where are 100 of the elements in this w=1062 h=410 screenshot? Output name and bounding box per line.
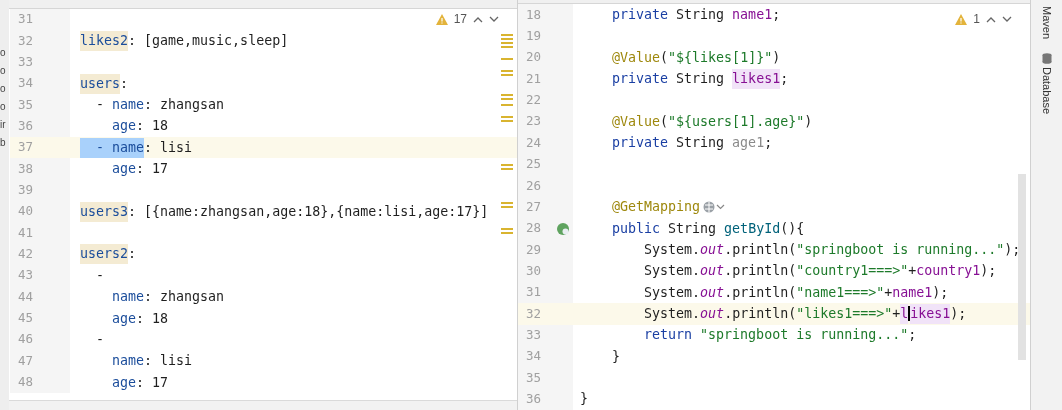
- code-token: .println(: [724, 240, 797, 259]
- warning-count: 1: [973, 11, 980, 28]
- code-token: out: [700, 305, 725, 323]
- code-token: : [game,music,sleep]: [128, 32, 289, 51]
- line-number: 29: [526, 240, 543, 259]
- code-token: out: [700, 262, 725, 281]
- code-token: (: [660, 48, 669, 67]
- down-chevron-icon[interactable]: [489, 15, 499, 23]
- code-token: "springboot is running...": [796, 240, 1005, 259]
- scrollbar-thumb[interactable]: [1018, 174, 1026, 360]
- code-token: users2: [80, 244, 129, 265]
- code-token: : 18: [136, 117, 169, 136]
- code-token: likes1: [732, 69, 781, 90]
- code-token: name1: [732, 6, 773, 25]
- code-token: : lisi: [144, 352, 193, 371]
- code-token: age: [111, 160, 137, 179]
- code-token: System.: [643, 305, 701, 323]
- code-token: );: [1004, 240, 1021, 259]
- line-number: 20: [526, 48, 543, 67]
- code-token: : lisi: [144, 138, 193, 157]
- line-number: 35: [18, 95, 35, 114]
- warning-icon[interactable]: [435, 13, 448, 25]
- code-token: .println(: [724, 262, 797, 281]
- globe-icon[interactable]: [702, 200, 727, 215]
- code-token: );: [932, 283, 949, 302]
- line-number: 25: [526, 155, 543, 174]
- code-token: age1: [732, 134, 765, 153]
- line-number: 47: [18, 351, 35, 370]
- code-token: +: [892, 305, 901, 323]
- code-token: @Value: [611, 112, 661, 131]
- project-tree-text: o: [0, 64, 7, 77]
- code-token: : 17: [136, 373, 169, 392]
- line-number: 26: [526, 176, 543, 195]
- code-token: "${users[1].age}": [668, 112, 805, 131]
- code-token: likes2: [80, 31, 129, 51]
- code-token: "springboot is running...": [699, 326, 909, 345]
- code-token: "country1===>": [796, 262, 909, 281]
- warning-count: 17: [453, 11, 467, 28]
- code-token: age: [111, 309, 137, 328]
- tool-window-tab[interactable]: Database: [1038, 67, 1055, 115]
- line-number: 34: [526, 347, 543, 366]
- code-token: +: [884, 283, 893, 302]
- code-token: out: [700, 240, 725, 259]
- code-token: ;: [772, 6, 781, 25]
- line-number: 30: [526, 261, 543, 280]
- line-number: 28: [526, 219, 543, 238]
- line-number: 36: [18, 117, 35, 135]
- line-number: 35: [526, 368, 543, 387]
- code-token: private: [611, 70, 669, 89]
- code-token: ): [804, 112, 813, 131]
- code-token: System.: [643, 283, 701, 302]
- code-token: }: [580, 390, 588, 409]
- line-number: 44: [18, 287, 35, 306]
- project-tree-text: o: [0, 82, 7, 95]
- line-number: 19: [526, 27, 543, 46]
- line-number: 39: [18, 181, 35, 200]
- line-number: 40: [18, 202, 35, 221]
- code-token: String: [667, 219, 718, 238]
- code-token: -: [95, 96, 106, 115]
- line-number: 43: [18, 266, 35, 285]
- code-token: "${likes[1]}": [668, 48, 773, 67]
- line-number: 46: [18, 330, 35, 349]
- code-token: .println(: [724, 305, 797, 323]
- code-token: "name1===>": [796, 283, 885, 302]
- warning-icon[interactable]: [955, 13, 968, 25]
- up-chevron-icon[interactable]: [986, 15, 996, 23]
- code-token: name: [111, 288, 145, 307]
- code-token: "likes1===>": [796, 305, 893, 323]
- code-token: String: [675, 70, 726, 89]
- line-number: 41: [18, 223, 35, 242]
- up-chevron-icon[interactable]: [473, 15, 483, 23]
- code-token: String: [675, 6, 726, 25]
- code-token: return: [643, 326, 693, 345]
- code-token: users: [80, 73, 121, 94]
- code-token: name1: [892, 283, 933, 302]
- project-tree-text: ir: [0, 118, 7, 131]
- code-token: out: [700, 283, 725, 302]
- run-icon[interactable]: [556, 221, 570, 236]
- project-tree-text: b: [0, 136, 7, 149]
- code-token: age: [111, 117, 137, 136]
- code-token: private: [611, 6, 669, 25]
- code-token: : [{name:zhangsan,age:18},{name:lisi,age:17}]: [128, 202, 489, 221]
- down-chevron-icon[interactable]: [1002, 15, 1012, 23]
- database-icon: [1041, 53, 1052, 65]
- code-token: (){: [780, 219, 805, 238]
- code-token: @GetMapping: [611, 198, 701, 217]
- code-token: @Value: [611, 48, 661, 67]
- line-number: 24: [526, 133, 543, 152]
- code-token: .println(: [724, 283, 797, 302]
- project-tree-text: o: [0, 46, 7, 59]
- tool-window-tab[interactable]: Maven: [1038, 6, 1055, 40]
- line-number: 33: [526, 325, 543, 344]
- code-token: name: [111, 352, 145, 371]
- line-number: 36: [526, 389, 543, 408]
- line-number: 31: [526, 283, 543, 302]
- code-token: -: [95, 266, 105, 285]
- line-number: 32: [18, 31, 35, 50]
- code-token: :: [128, 245, 137, 264]
- line-number: 31: [18, 10, 35, 29]
- line-number: 45: [18, 309, 35, 328]
